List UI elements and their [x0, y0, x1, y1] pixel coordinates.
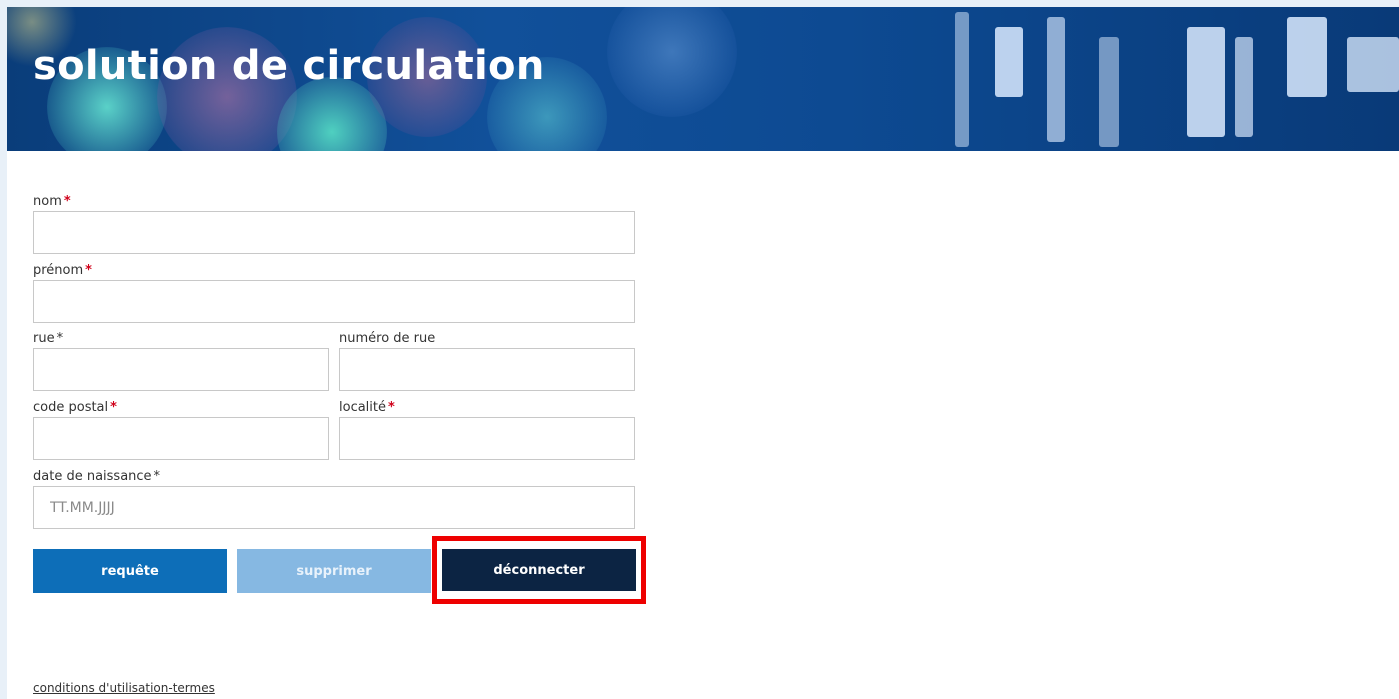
- code-postal-label-text: code postal: [33, 400, 109, 415]
- circuit-decoration: [1099, 37, 1119, 147]
- required-marker: *: [56, 331, 64, 346]
- localite-label: localité *: [339, 400, 395, 415]
- localite-label-text: localité: [339, 400, 386, 415]
- page-title: solution de circulation: [33, 43, 545, 89]
- terms-link[interactable]: conditions d'utilisation-termes: [33, 681, 215, 695]
- bokeh-decoration: [607, 7, 737, 117]
- code-postal-label: code postal *: [33, 400, 117, 415]
- circuit-decoration: [1347, 37, 1399, 92]
- rue-label-text: rue: [33, 331, 55, 346]
- numero-rue-label: numéro de rue: [339, 331, 435, 346]
- rue-input[interactable]: [33, 348, 329, 391]
- required-marker: *: [110, 400, 117, 415]
- required-marker: *: [85, 263, 92, 278]
- rue-label: rue *: [33, 331, 63, 346]
- code-postal-input[interactable]: [33, 417, 329, 460]
- prenom-input[interactable]: [33, 280, 635, 323]
- requete-button[interactable]: requête: [33, 549, 227, 593]
- nom-label: nom *: [33, 194, 71, 209]
- date-naissance-input[interactable]: [33, 486, 635, 529]
- numero-rue-label-text: numéro de rue: [339, 331, 436, 346]
- prenom-label-text: prénom: [33, 263, 84, 278]
- required-marker: *: [153, 469, 161, 484]
- circuit-decoration: [1287, 17, 1327, 97]
- date-naissance-label-text: date de naissance: [33, 469, 152, 484]
- nom-label-text: nom: [33, 194, 62, 209]
- required-marker: *: [388, 400, 395, 415]
- localite-input[interactable]: [339, 417, 635, 460]
- circuit-decoration: [1235, 37, 1253, 137]
- page: solution de circulation nom * prénom * rue…: [7, 7, 1399, 699]
- circuit-decoration: [1187, 27, 1225, 137]
- circuit-decoration: [995, 27, 1023, 97]
- nom-input[interactable]: [33, 211, 635, 254]
- prenom-label: prénom *: [33, 263, 92, 278]
- required-marker: *: [63, 194, 71, 209]
- deconnecter-button[interactable]: déconnecter: [441, 548, 637, 592]
- supprimer-button[interactable]: supprimer: [237, 549, 431, 593]
- date-naissance-label: date de naissance *: [33, 469, 160, 484]
- numero-rue-input[interactable]: [339, 348, 635, 391]
- circuit-decoration: [955, 12, 969, 147]
- header-banner: solution de circulation: [7, 7, 1399, 151]
- circuit-decoration: [1047, 17, 1065, 142]
